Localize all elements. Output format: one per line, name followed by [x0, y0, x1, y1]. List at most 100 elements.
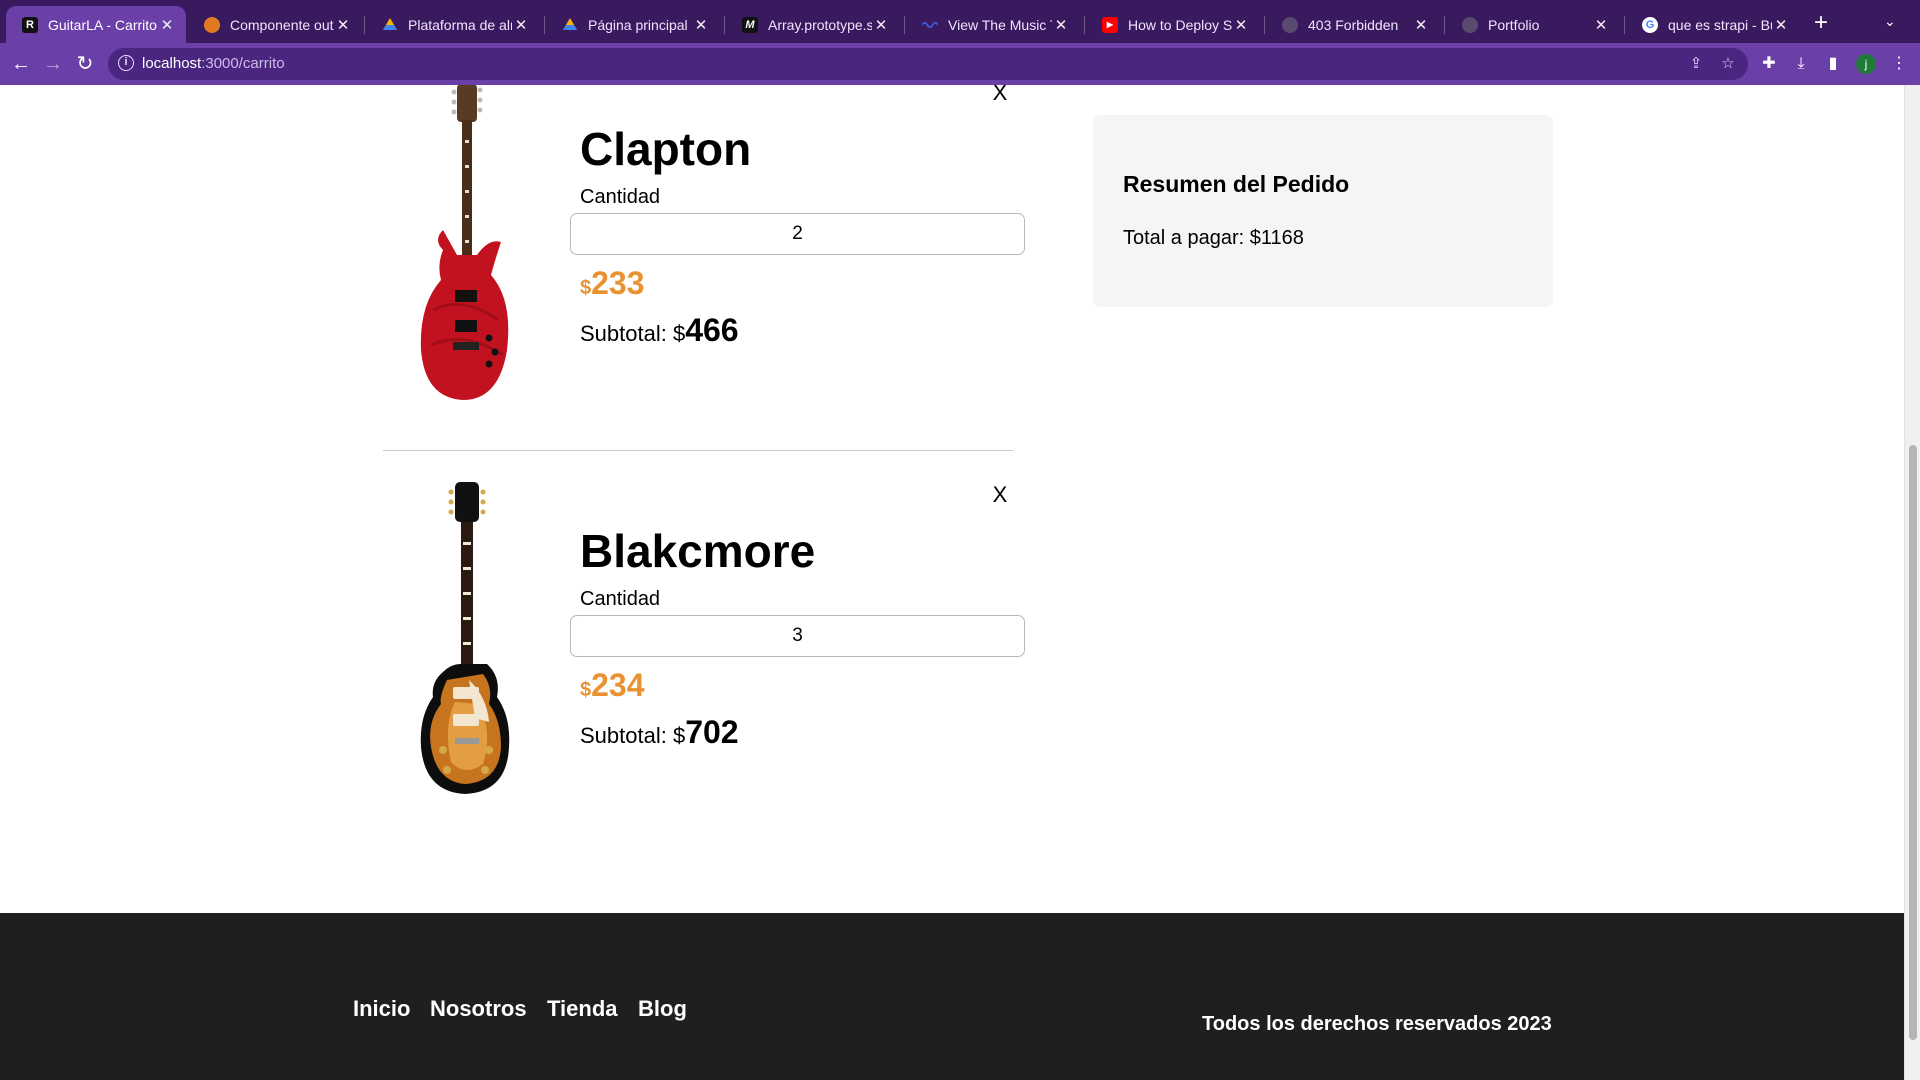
mdn-icon: M: [742, 16, 758, 33]
tab-title: Portfolio: [1488, 16, 1540, 33]
youtube-icon: ▶: [1102, 16, 1118, 33]
tab-plataforma-almacenamiento[interactable]: Plataforma de alma ✕: [366, 6, 540, 43]
order-total: Total a pagar: $1168: [1123, 227, 1304, 249]
site-footer: Inicio Nosotros Tienda Blog Todos los de…: [0, 913, 1904, 1080]
globe-icon: [1462, 16, 1478, 33]
quantity-label: Cantidad: [580, 186, 661, 208]
scrollbar-thumb[interactable]: [1909, 445, 1917, 1040]
profile-avatar[interactable]: j: [1856, 54, 1876, 74]
guitarla-icon: R: [22, 16, 38, 33]
quantity-label: Cantidad: [580, 588, 661, 610]
url-text[interactable]: localhost:3000/carrito: [142, 55, 285, 72]
page-content: X Clapton Cantidad $233 Subtotal: $466 X: [0, 85, 1904, 1080]
kebab-menu-icon[interactable]: ⋮: [1888, 53, 1910, 75]
close-tab-icon[interactable]: ✕: [692, 16, 710, 34]
tab-403-forbidden[interactable]: 403 Forbidden ✕: [1266, 6, 1440, 43]
product-name: Blakcmore: [580, 525, 816, 577]
product-subtotal: Subtotal: $466: [580, 312, 739, 349]
product-price: $234: [580, 667, 645, 704]
remove-item-button[interactable]: X: [988, 482, 1012, 508]
new-tab-button[interactable]: +: [1808, 10, 1834, 36]
price-value: 233: [591, 265, 645, 301]
orange-icon: [204, 16, 220, 33]
tab-title: Página principal - G: [588, 16, 692, 33]
footer-link-nosotros[interactable]: Nosotros: [430, 996, 527, 1022]
tab-separator: [1624, 16, 1625, 34]
order-summary-title: Resumen del Pedido: [1123, 171, 1350, 197]
close-tab-icon[interactable]: ✕: [512, 16, 530, 34]
guitar-image-clapton: [420, 85, 509, 400]
wave-icon: [922, 17, 938, 33]
item-divider: [383, 450, 1013, 451]
browser-tab-strip: R GuitarLA - Carrito d ✕ Componente outl…: [0, 0, 1920, 47]
extensions-puzzle-icon[interactable]: ✚: [1758, 53, 1780, 75]
close-tab-icon[interactable]: ✕: [158, 16, 176, 34]
tab-componente-outlet[interactable]: Componente outlet ✕: [188, 6, 362, 43]
tab-search-chevron-icon[interactable]: ⌄: [1884, 13, 1896, 30]
tab-separator: [544, 16, 545, 34]
tab-title: View The Music Tra: [948, 16, 1052, 33]
tab-que-es-strapi[interactable]: G que es strapi - Bus ✕: [1626, 6, 1800, 43]
address-bar[interactable]: i localhost:3000/carrito ⇪ ☆: [108, 48, 1748, 80]
tab-title: GuitarLA - Carrito d: [48, 16, 158, 33]
tab-separator: [1444, 16, 1445, 34]
footer-link-inicio[interactable]: Inicio: [353, 996, 410, 1022]
tab-pagina-principal[interactable]: Página principal - G ✕: [546, 6, 720, 43]
order-summary-panel: Resumen del Pedido Total a pagar: $1168: [1093, 115, 1553, 307]
tab-title: How to Deploy Stra: [1128, 16, 1232, 33]
subtotal-value: 702: [685, 714, 739, 750]
remove-item-button[interactable]: X: [988, 85, 1012, 106]
url-path: :3000/carrito: [201, 55, 285, 72]
tab-separator: [364, 16, 365, 34]
product-name: Clapton: [580, 123, 752, 175]
close-tab-icon[interactable]: ✕: [1232, 16, 1250, 34]
tab-separator: [1264, 16, 1265, 34]
tab-title: 403 Forbidden: [1308, 16, 1399, 33]
guitar-image-blakcmore: [420, 482, 510, 794]
close-tab-icon[interactable]: ✕: [1412, 16, 1430, 34]
forward-arrow-icon[interactable]: →: [40, 51, 66, 77]
tab-title: Componente outlet: [230, 16, 334, 33]
close-tab-icon[interactable]: ✕: [1052, 16, 1070, 34]
tab-guitarla-carrito[interactable]: R GuitarLA - Carrito d ✕: [6, 6, 186, 43]
subtotal-label: Subtotal: $: [580, 321, 686, 346]
browser-toolbar: ← → ↻ i localhost:3000/carrito ⇪ ☆ ✚ ⤓ ▮…: [0, 43, 1920, 85]
tab-portfolio[interactable]: Portfolio ✕: [1446, 6, 1620, 43]
tab-how-to-deploy-strapi[interactable]: ▶ How to Deploy Stra ✕: [1086, 6, 1260, 43]
tab-title: Plataforma de alma: [408, 16, 512, 33]
price-value: 234: [591, 667, 645, 703]
download-icon[interactable]: ⤓: [1790, 53, 1812, 75]
footer-link-blog[interactable]: Blog: [638, 996, 687, 1022]
site-info-icon[interactable]: i: [118, 55, 134, 71]
globe-icon: [1282, 16, 1298, 33]
close-tab-icon[interactable]: ✕: [1772, 16, 1790, 34]
side-panel-icon[interactable]: ▮: [1822, 53, 1844, 75]
subtotal-label: Subtotal: $: [580, 723, 686, 748]
quantity-input[interactable]: [570, 615, 1025, 657]
subtotal-value: 466: [685, 312, 739, 348]
tab-separator: [724, 16, 725, 34]
close-tab-icon[interactable]: ✕: [334, 16, 352, 34]
share-icon[interactable]: ⇪: [1686, 54, 1706, 74]
quantity-input[interactable]: [570, 213, 1025, 255]
price-currency: $: [580, 679, 592, 701]
page-scrollbar[interactable]: [1904, 85, 1920, 1080]
back-arrow-icon[interactable]: ←: [8, 51, 34, 77]
reload-icon[interactable]: ↻: [72, 51, 98, 77]
tab-title: que es strapi - Bus: [1668, 16, 1772, 33]
tab-separator: [1084, 16, 1085, 34]
tab-separator: [904, 16, 905, 34]
tab-title: Array.prototype.sor: [768, 16, 872, 33]
cart-item: X Blakcmore Cantidad $234 Subtotal: $702: [383, 482, 1025, 882]
footer-link-tienda[interactable]: Tienda: [547, 996, 618, 1022]
close-tab-icon[interactable]: ✕: [1592, 16, 1610, 34]
drive-icon: [382, 17, 398, 33]
product-price: $233: [580, 265, 645, 302]
url-host: localhost: [142, 55, 202, 72]
close-tab-icon[interactable]: ✕: [872, 16, 890, 34]
copyright-text: Todos los derechos reservados 2023: [1202, 1013, 1552, 1035]
drive-icon: [562, 17, 578, 33]
tab-array-prototype-sort[interactable]: M Array.prototype.sor ✕: [726, 6, 900, 43]
bookmark-star-icon[interactable]: ☆: [1718, 54, 1738, 74]
tab-view-music-tracks[interactable]: View The Music Tra ✕: [906, 6, 1080, 43]
